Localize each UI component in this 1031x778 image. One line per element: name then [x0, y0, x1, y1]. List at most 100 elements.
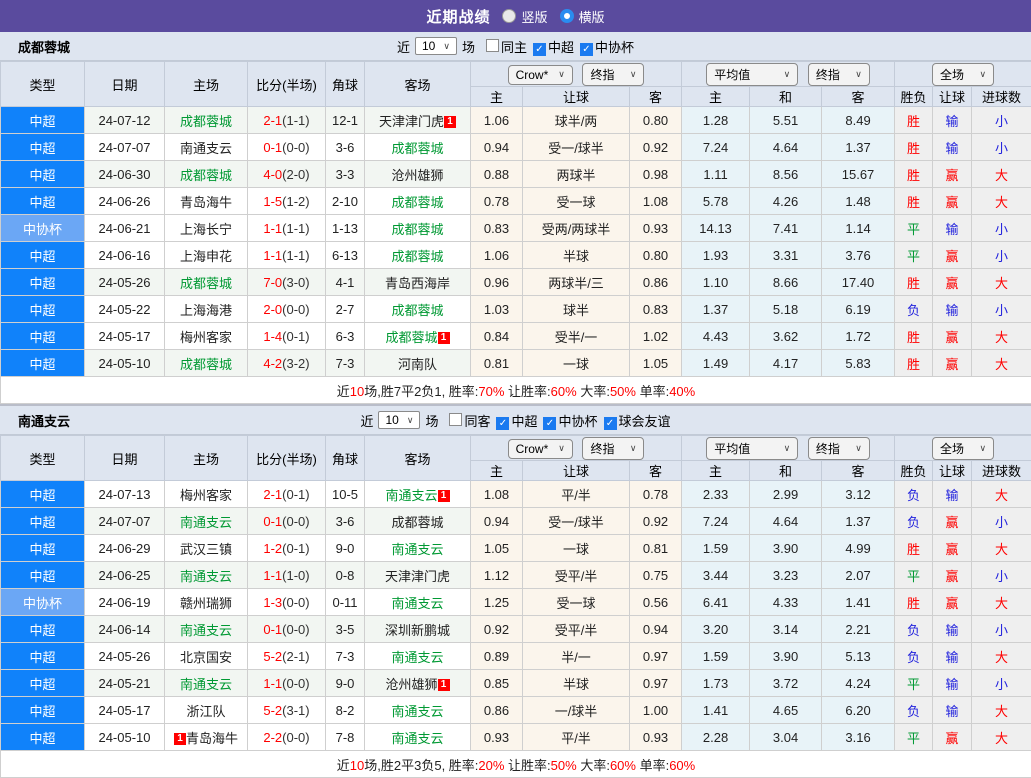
result-goals-cell: 大 — [972, 161, 1031, 188]
games-label: 场 — [462, 37, 475, 56]
team-name-link[interactable]: 南通支云 — [180, 569, 232, 584]
recent-count-select[interactable]: 10 ∨ — [378, 411, 420, 429]
full-time-score: 7-0 — [263, 275, 282, 290]
checkbox-label: 中协杯 — [558, 414, 597, 429]
avg-source-select[interactable]: 平均值∨ — [706, 437, 798, 460]
date-cell: 24-07-07 — [85, 134, 165, 161]
full-time-score: 0-1 — [263, 514, 282, 529]
result-handicap-cell: 输 — [933, 481, 972, 508]
team-name-link[interactable]: 青岛海牛 — [180, 195, 232, 210]
team-name-link[interactable]: 梅州客家 — [180, 330, 232, 345]
team-name-link[interactable]: 南通支云 — [391, 596, 443, 611]
result-wdl-cell: 胜 — [895, 161, 933, 188]
team-name-link[interactable]: 成都蓉城 — [391, 195, 443, 210]
team-name-link[interactable]: 成都蓉城 — [391, 515, 443, 530]
team-name-link[interactable]: 成都蓉城 — [180, 168, 232, 183]
home-odds-cell: 0.94 — [471, 508, 523, 535]
team-name-link[interactable]: 青岛西海岸 — [385, 276, 450, 291]
team-name-link[interactable]: 成都蓉城 — [391, 222, 443, 237]
odds-stage-select[interactable]: 终指∨ — [582, 437, 644, 460]
team-name-link[interactable]: 南通支云 — [391, 731, 443, 746]
team-name-link[interactable]: 成都蓉城 — [180, 276, 232, 291]
recent-count-select[interactable]: 10 ∨ — [415, 37, 457, 55]
filter-checkbox-球会友谊[interactable]: ✓ — [604, 417, 617, 430]
corner-cell: 3-3 — [326, 161, 365, 188]
team-name-link[interactable]: 南通支云 — [391, 542, 443, 557]
team-name-link[interactable]: 上海申花 — [180, 249, 232, 264]
team-name-link[interactable]: 成都蓉城 — [385, 330, 437, 345]
home-team-cell: 南通支云 — [165, 562, 248, 589]
team-name-link[interactable]: 成都蓉城 — [391, 303, 443, 318]
team-name-link[interactable]: 浙江队 — [186, 704, 225, 719]
team-name-link[interactable]: 成都蓉城 — [180, 114, 232, 129]
results-table-nantong: 类型 日期 主场 比分(半场) 角球 客场 Crow*∨ 终指∨ 平均值∨ 终指… — [0, 435, 1031, 778]
filter-checkbox-中协杯[interactable]: ✓ — [543, 417, 556, 430]
score-cell: 1-3(0-0) — [248, 589, 326, 616]
filter-checkbox-中超[interactable]: ✓ — [533, 43, 546, 56]
near-label: 近 — [360, 411, 373, 430]
corner-cell: 0-8 — [326, 562, 365, 589]
team-name-link[interactable]: 河南队 — [398, 357, 437, 372]
team-name-link[interactable]: 赣州瑞狮 — [180, 596, 232, 611]
result-goals-cell: 大 — [972, 188, 1031, 215]
odds-stage-select[interactable]: 终指∨ — [582, 63, 644, 86]
handicap-cell: 受一/球半 — [523, 508, 630, 535]
odds-provider-select[interactable]: Crow*∨ — [508, 439, 573, 459]
filter-checkbox-同客[interactable] — [449, 413, 462, 426]
filter-checkbox-中协杯[interactable]: ✓ — [580, 43, 593, 56]
filter-checkbox-同主[interactable] — [486, 39, 499, 52]
avg-stage-select[interactable]: 终指∨ — [808, 437, 870, 460]
filter-checkbox-中超[interactable]: ✓ — [496, 417, 509, 430]
team-name-link[interactable]: 北京国安 — [180, 650, 232, 665]
result-wdl-cell: 胜 — [895, 323, 933, 350]
away-team-cell: 天津津门虎1 — [365, 107, 471, 134]
team-name-link[interactable]: 南通支云 — [385, 488, 437, 503]
team-name-link[interactable]: 深圳新鹏城 — [385, 623, 450, 638]
handicap-cell: 一球 — [523, 350, 630, 377]
score-cell: 2-1(1-1) — [248, 107, 326, 134]
scope-select[interactable]: 全场∨ — [932, 437, 994, 460]
team-name-link[interactable]: 青岛海牛 — [186, 731, 238, 746]
team-name-link[interactable]: 上海海港 — [180, 303, 232, 318]
corner-cell: 12-1 — [326, 107, 365, 134]
team-name-link[interactable]: 南通支云 — [180, 515, 232, 530]
avg-home-odds-cell: 7.24 — [682, 134, 750, 161]
league-cell: 中协杯 — [1, 589, 85, 616]
team-name-link[interactable]: 南通支云 — [180, 623, 232, 638]
result-handicap-cell: 赢 — [933, 161, 972, 188]
date-cell: 24-05-26 — [85, 643, 165, 670]
summary-row: 近10场,胜2平3负5, 胜率:20% 让胜率:50% 大率:60% 单率:60… — [1, 751, 1031, 778]
match-row: 中超24-06-29武汉三镇1-2(0-1)9-0南通支云1.05一球0.811… — [1, 535, 1031, 562]
scope-select[interactable]: 全场∨ — [932, 63, 994, 86]
away-odds-cell: 1.08 — [630, 188, 682, 215]
team-name-link[interactable]: 天津津门虎 — [379, 114, 444, 129]
result-wdl-cell: 平 — [895, 215, 933, 242]
handicap-cell: 受一/球半 — [523, 134, 630, 161]
odds-provider-select[interactable]: Crow*∨ — [508, 65, 573, 85]
avg-stage-select[interactable]: 终指∨ — [808, 63, 870, 86]
team-name-link[interactable]: 沧州雄狮 — [391, 168, 443, 183]
home-team-cell: 武汉三镇 — [165, 535, 248, 562]
team-name-link[interactable]: 武汉三镇 — [180, 542, 232, 557]
team-name-link[interactable]: 成都蓉城 — [391, 249, 443, 264]
team-name-link[interactable]: 南通支云 — [391, 704, 443, 719]
result-group-header: 全场∨ — [895, 436, 1031, 461]
layout-radio-vertical[interactable]: 竖版 — [502, 7, 547, 26]
team-name-link[interactable]: 南通支云 — [391, 650, 443, 665]
team-name-link[interactable]: 成都蓉城 — [180, 357, 232, 372]
result-handicap-cell: 赢 — [933, 188, 972, 215]
date-cell: 24-05-10 — [85, 350, 165, 377]
team-name-link[interactable]: 成都蓉城 — [391, 141, 443, 156]
team-name-link[interactable]: 上海长宁 — [180, 222, 232, 237]
team-name-link[interactable]: 南通支云 — [180, 141, 232, 156]
team-name-link[interactable]: 天津津门虎 — [385, 569, 450, 584]
result-handicap-cell: 输 — [933, 670, 972, 697]
full-time-score: 1-1 — [263, 221, 282, 236]
avg-source-select[interactable]: 平均值∨ — [706, 63, 798, 86]
team-name-link[interactable]: 沧州雄狮 — [385, 677, 437, 692]
avg-draw-odds-cell: 3.23 — [750, 562, 822, 589]
result-goals-cell: 小 — [972, 670, 1031, 697]
team-name-link[interactable]: 梅州客家 — [180, 488, 232, 503]
team-name-link[interactable]: 南通支云 — [180, 677, 232, 692]
layout-radio-horizontal[interactable]: 横版 — [560, 7, 605, 26]
